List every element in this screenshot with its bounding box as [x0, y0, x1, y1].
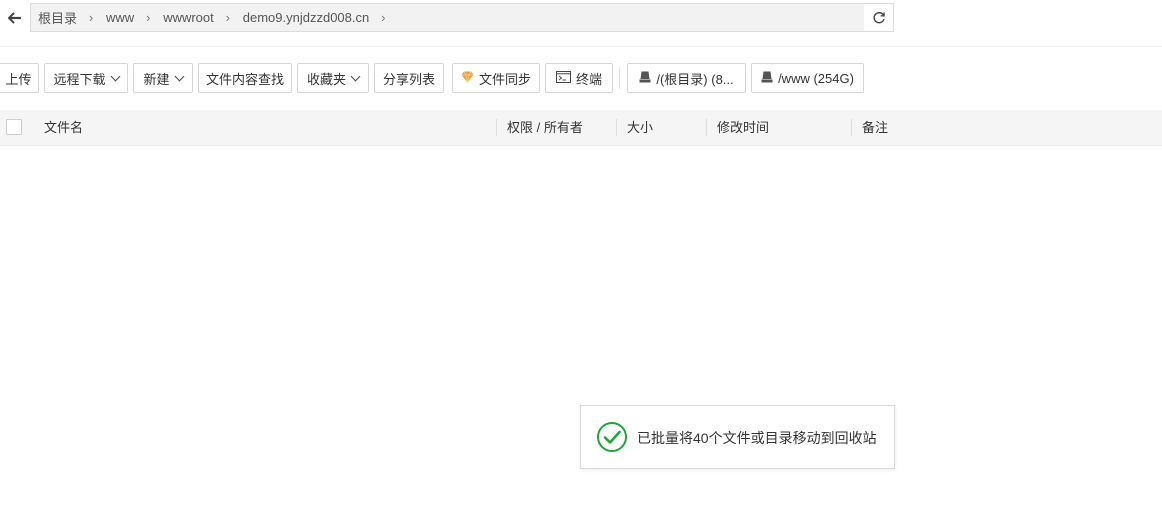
column-divider — [496, 119, 497, 136]
disk-www-button[interactable]: /www (254G) — [751, 63, 864, 93]
new-label: 新建 — [143, 71, 170, 87]
terminal-icon — [555, 70, 571, 86]
chevron-right-icon: › — [225, 10, 230, 25]
upload-label: 上传 — [5, 71, 32, 87]
arrow-left-icon — [8, 11, 21, 24]
chevron-right-icon: › — [381, 10, 386, 25]
refresh-button[interactable] — [864, 3, 894, 32]
column-divider — [706, 119, 707, 136]
divider — [0, 46, 1162, 47]
disk-root-button[interactable]: /(根目录) (8... — [627, 63, 746, 93]
breadcrumb-label: wwwroot — [163, 10, 214, 25]
column-size[interactable]: 大小 — [627, 110, 653, 145]
toolbar-divider — [619, 67, 620, 89]
file-table-header: 文件名 权限 / 所有者 大小 修改时间 备注 — [0, 110, 1162, 146]
remote-download-label: 远程下载 — [53, 71, 106, 87]
breadcrumb-www[interactable]: www › — [99, 10, 156, 25]
toast-notification: 已批量将40个文件或目录移动到回收站 — [580, 405, 895, 469]
breadcrumb-root[interactable]: 根目录 › — [31, 8, 99, 27]
breadcrumb-label: www — [106, 10, 135, 25]
favorites-label: 收藏夹 — [306, 71, 346, 87]
terminal-button[interactable]: 终端 — [545, 63, 613, 93]
disk-icon — [761, 71, 773, 86]
select-all-checkbox[interactable] — [6, 119, 22, 135]
remote-download-button[interactable]: 远程下载 — [44, 63, 128, 93]
column-modified[interactable]: 修改时间 — [717, 110, 769, 145]
column-filename[interactable]: 文件名 — [44, 110, 83, 145]
share-list-label: 分享列表 — [382, 71, 435, 87]
content-search-label: 文件内容查找 — [205, 71, 284, 87]
check-circle-icon — [597, 422, 627, 452]
share-list-button[interactable]: 分享列表 — [374, 63, 444, 93]
disk-root-label: /(根目录) (8... — [656, 71, 734, 87]
terminal-label: 终端 — [575, 71, 602, 87]
column-divider — [851, 119, 852, 136]
breadcrumb-site[interactable]: demo9.ynjdzzd008.cn › — [236, 10, 391, 25]
refresh-icon — [872, 11, 885, 23]
column-permissions[interactable]: 权限 / 所有者 — [507, 110, 583, 145]
column-remark[interactable]: 备注 — [862, 110, 888, 145]
favorites-button[interactable]: 收藏夹 — [297, 63, 369, 93]
new-button[interactable]: 新建 — [133, 63, 193, 93]
file-sync-button[interactable]: 文件同步 — [452, 63, 540, 93]
chevron-down-icon — [350, 71, 361, 81]
toast-message: 已批量将40个文件或目录移动到回收站 — [637, 430, 877, 446]
breadcrumb-label: 根目录 — [38, 11, 78, 26]
file-sync-label: 文件同步 — [478, 71, 531, 87]
diamond-icon — [461, 70, 474, 86]
disk-www-label: /www (254G) — [778, 70, 854, 86]
upload-button[interactable]: 上传 — [0, 63, 39, 93]
chevron-right-icon: › — [146, 10, 151, 25]
breadcrumb-wwwroot[interactable]: wwwroot › — [156, 10, 236, 25]
chevron-right-icon: › — [88, 10, 94, 25]
disk-icon — [639, 71, 651, 86]
chevron-down-icon — [110, 71, 120, 81]
breadcrumb: 根目录 › www › wwwroot › demo9.ynjdzzd008.c… — [30, 3, 866, 32]
column-divider — [616, 119, 617, 136]
content-search-button[interactable]: 文件内容查找 — [198, 63, 292, 93]
chevron-down-icon — [174, 71, 184, 81]
breadcrumb-label: demo9.ynjdzzd008.cn — [242, 10, 370, 25]
back-button[interactable] — [0, 3, 30, 32]
